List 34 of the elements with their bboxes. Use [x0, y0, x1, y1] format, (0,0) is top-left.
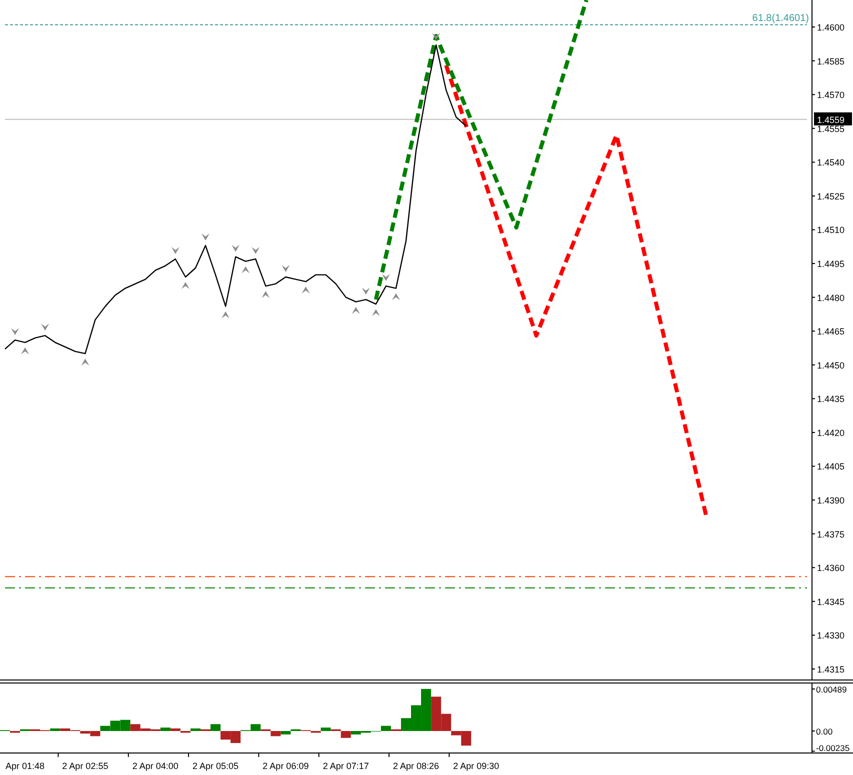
price-axis-label: 1.4555	[817, 124, 845, 134]
price-axis-label: 1.4600	[817, 22, 845, 33]
price-axis-label: 1.4435	[817, 394, 845, 404]
oscillator-axis-label: 0.00	[816, 726, 833, 736]
price-axis-label: 1.4405	[817, 462, 845, 472]
price-axis-label: 1.4315	[817, 664, 845, 674]
price-axis-label: 1.4375	[817, 529, 845, 540]
time-axis-label: 2 Apr 02:55	[62, 761, 108, 771]
time-axis-label: Apr 01:48	[6, 761, 45, 771]
price-axis-label: 1.4390	[817, 496, 845, 506]
price-axis-label: 1.4540	[817, 158, 845, 168]
series-label: 1.4559	[817, 114, 845, 125]
price-axis-label: 1.4525	[817, 191, 845, 202]
time-axis-label: 2 Apr 08:26	[393, 761, 440, 771]
price-axis-label: 1.4480	[817, 292, 845, 303]
price-axis-label: 1.4330	[817, 630, 845, 641]
price-axis-label: 1.4420	[817, 428, 845, 438]
price-axis-label: 1.4585	[817, 56, 845, 66]
price-axis-label: 1.4360	[817, 563, 845, 574]
price-axis-label: 1.4510	[817, 225, 845, 236]
price-axis-label: 1.4465	[817, 326, 845, 337]
price-axis-label: 1.4570	[817, 90, 845, 100]
time-axis-label: 2 Apr 06:09	[262, 761, 309, 771]
time-axis-label: 2 Apr 09:30	[453, 761, 500, 771]
level-label: 61.8(1.4601)	[752, 12, 809, 24]
oscillator-axis-label: -0.00235	[816, 743, 850, 753]
price-axis-label: 1.4450	[817, 360, 845, 370]
current-price-tag: 1.4559	[814, 112, 852, 126]
price-axis-label: 1.4345	[817, 596, 845, 607]
time-axis-label: 2 Apr 07:17	[322, 761, 369, 771]
time-axis-label: 2 Apr 05:05	[192, 761, 239, 771]
time-axis-label: 2 Apr 04:00	[132, 761, 178, 771]
oscillator-axis-label: 0.00489	[816, 684, 847, 694]
price-axis-label: 1.4495	[817, 259, 845, 270]
